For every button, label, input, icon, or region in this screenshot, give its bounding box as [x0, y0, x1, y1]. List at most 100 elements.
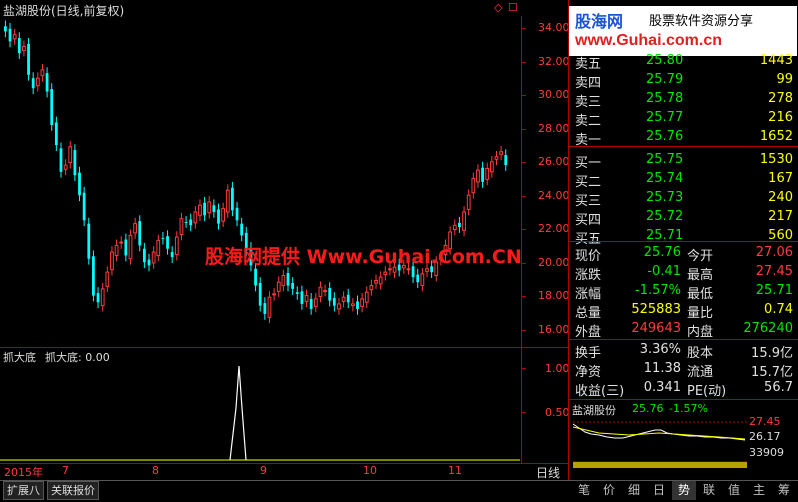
stat-row: 总量 525883 量比 0.74 [573, 302, 797, 321]
candle-body [485, 167, 490, 180]
tick [521, 368, 526, 369]
candle-body [323, 290, 327, 293]
tab-2[interactable]: 细 [622, 481, 646, 500]
ob-price: 25.72 [646, 209, 684, 224]
candle-body [63, 164, 68, 170]
sell-level-3[interactable]: 卖三 25.78 278 [573, 90, 797, 110]
stat-label: 最高 [687, 268, 714, 283]
price-tick-label: 34.00 [538, 21, 570, 34]
candle-body [458, 222, 461, 227]
candle-body [189, 219, 193, 226]
stat-value: -0.41 [647, 264, 681, 279]
stat-value: 249643 [631, 321, 681, 336]
buy-level-1[interactable]: 买一 25.75 1530 [573, 151, 797, 171]
time-year: 2015年 [4, 466, 43, 479]
buy-level-4[interactable]: 买四 25.72 217 [573, 208, 797, 228]
stat-value: 27.06 [755, 245, 793, 260]
price-tick-label: 16.00 [538, 322, 570, 336]
sell-level-1[interactable]: 卖五 25.80 1443 [573, 52, 797, 72]
tab-5[interactable]: 联 [697, 481, 721, 500]
candle-body [73, 150, 77, 176]
buy-level-3[interactable]: 买三 25.73 240 [573, 189, 797, 209]
price-tick [521, 162, 526, 163]
ob-divider [568, 146, 798, 147]
candle-body [383, 271, 388, 276]
expand-8-button[interactable]: 扩展八 [3, 481, 44, 500]
brand-logo: 股海网 [575, 12, 624, 31]
ob-price: 25.74 [646, 171, 684, 186]
ob-price: 25.78 [646, 91, 684, 106]
stat-value: -1.57% [635, 283, 681, 298]
candle-body [304, 295, 309, 302]
sell-level-2[interactable]: 卖四 25.79 99 [573, 71, 797, 91]
ob-price: 25.73 [646, 190, 684, 205]
stat-label: 涨跌 [575, 268, 602, 283]
tab-8[interactable]: 筹 [772, 481, 796, 500]
candle-body [318, 286, 323, 297]
candle-body [425, 268, 429, 272]
fund-value: 3.36% [639, 342, 681, 357]
candle-body [184, 221, 188, 223]
candle-body [272, 293, 276, 296]
stat-row: 外盘 249643 内盘 276240 [573, 321, 797, 340]
ob-price: 25.80 [646, 53, 684, 68]
fund-value: 15.7亿 [751, 365, 793, 380]
price-tick-label: 30.00 [538, 88, 570, 101]
candle-body [4, 26, 7, 32]
tab-6[interactable]: 值 [722, 481, 746, 500]
candle-body [240, 223, 244, 236]
candle-body [364, 291, 369, 303]
buy-level-5[interactable]: 买五 25.71 560 [573, 227, 797, 247]
candle-body [225, 189, 230, 213]
candle-body [276, 281, 281, 292]
candle-body [346, 294, 350, 303]
period-label[interactable]: 日线 [536, 464, 560, 481]
ob-label: 卖四 [575, 76, 602, 91]
fund-label: 流通 [687, 365, 714, 380]
candle-body [138, 221, 142, 246]
candle-body [313, 298, 318, 307]
tab-7[interactable]: 主 [747, 481, 771, 500]
ob-volume: 217 [768, 209, 793, 224]
mini-chart[interactable]: 盐湖股份 25.76 -1.57% 27.45 26.17 33909 [569, 400, 798, 480]
price-tick-label: 18.00 [538, 289, 570, 302]
ob-price: 25.79 [646, 72, 684, 87]
related-quote-button[interactable]: 关联报价 [47, 481, 99, 500]
candle-body [416, 274, 420, 283]
ob-volume: 1652 [759, 129, 793, 144]
candle-body [40, 69, 45, 77]
fund-value: 56.7 [764, 380, 793, 395]
candle-body [341, 296, 346, 302]
candle-body [481, 167, 484, 182]
buy-level-2[interactable]: 买二 25.74 167 [573, 170, 797, 190]
stat-value: 276240 [743, 321, 793, 336]
close-icon[interactable]: ☐ [508, 1, 518, 14]
stat-row: 涨幅 -1.57% 最低 25.71 [573, 283, 797, 302]
stat-label: 量比 [687, 306, 714, 321]
indicator-axis-1: 1.00 [545, 362, 570, 375]
candle-body [87, 223, 91, 259]
price-tick [521, 329, 526, 331]
candle-body [471, 178, 476, 194]
tab-3[interactable]: 日 [647, 481, 671, 500]
candle-body [360, 298, 365, 307]
time-month-8: 8 [152, 464, 159, 477]
diamond-icon[interactable]: ◇ [494, 1, 502, 14]
stat-label: 涨幅 [575, 287, 602, 302]
ob-label: 买二 [575, 175, 602, 190]
sell-level-4[interactable]: 卖二 25.77 216 [573, 109, 797, 129]
tab-1[interactable]: 价 [597, 481, 621, 500]
candle-body [193, 211, 198, 224]
indicator-panel[interactable]: 抓大底 抓大底: 0.00 1.00 0.50 [0, 348, 570, 463]
candle-body [8, 28, 12, 42]
mini-name: 盐湖股份 [572, 404, 616, 417]
candle-body [96, 293, 100, 303]
tab-0[interactable]: 笔 [572, 481, 596, 500]
sell-level-5[interactable]: 卖一 25.76 1652 [573, 128, 797, 148]
fund-value: 11.38 [643, 361, 681, 376]
tab-4[interactable]: 势 [672, 481, 696, 500]
candle-body [504, 155, 508, 166]
brand-url: www.Guhai.com.cn [575, 32, 722, 49]
price-tick [521, 61, 526, 63]
main-chart-area[interactable]: 盐湖股份(日线,前复权) ◇ ☐ 34.00 32.00 30.00 28.00 26.… [0, 0, 570, 347]
